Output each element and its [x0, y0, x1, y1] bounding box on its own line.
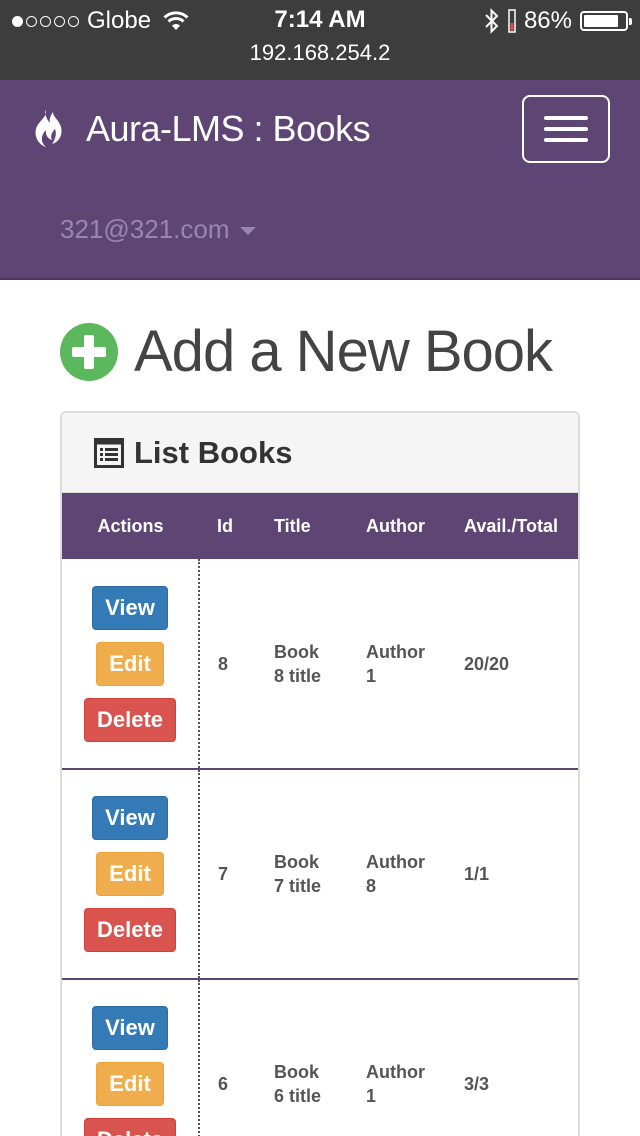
user-email: 321@321.com	[60, 214, 230, 244]
books-table: Actions Id Title Author Avail./Total Vie…	[62, 493, 578, 1136]
column-header-actions: Actions	[97, 515, 164, 536]
charging-indicator-icon	[508, 9, 516, 33]
table-header-row: Actions Id Title Author Avail./Total	[62, 493, 578, 559]
actions-cell: View Edit Delete	[62, 559, 200, 769]
brand-link[interactable]: Aura-LMS : Books	[30, 108, 371, 150]
view-button[interactable]: View	[92, 1006, 168, 1050]
delete-button[interactable]: Delete	[83, 697, 177, 742]
column-header-id: Id	[217, 515, 233, 536]
edit-button[interactable]: Edit	[96, 641, 164, 686]
battery-percent: 86%	[523, 7, 572, 34]
column-header-avail-total: Avail./Total	[464, 515, 559, 536]
avail-cell: 1/1	[464, 864, 490, 884]
actions-cell: View Edit Delete	[62, 979, 200, 1136]
battery-icon	[580, 11, 632, 31]
table-row: View Edit Delete 8 Book 8 title Author 1 2…	[62, 559, 578, 769]
title-cell: Book 7 title	[274, 852, 322, 896]
hamburger-menu-button[interactable]	[522, 95, 610, 163]
author-cell: Author 1	[366, 641, 425, 686]
avail-cell: 20/20	[464, 653, 510, 674]
table-row: View Edit Delete 7 Book 7 title Author 8 1…	[62, 769, 578, 979]
user-dropdown[interactable]: 321@321.com	[60, 214, 256, 245]
url-bar[interactable]: 192.168.254.2	[0, 40, 640, 66]
id-cell: 6	[218, 1074, 229, 1094]
id-cell: 7	[218, 864, 229, 884]
delete-button[interactable]: Delete	[83, 908, 177, 952]
delete-button[interactable]: Delete	[83, 1118, 177, 1136]
books-panel: List Books Actions Id Title Author Avail…	[60, 411, 580, 1136]
hamburger-icon	[544, 116, 588, 120]
column-header-author: Author	[366, 515, 425, 536]
caret-down-icon	[239, 226, 256, 235]
author-cell: Author 1	[366, 1062, 425, 1106]
navbar: Aura-LMS : Books 321@321.com	[0, 80, 640, 280]
actions-cell: View Edit Delete	[62, 769, 200, 979]
list-icon	[94, 437, 124, 468]
column-header-title: Title	[274, 515, 311, 536]
panel-title: List Books	[134, 434, 293, 470]
bluetooth-icon	[485, 8, 499, 34]
edit-button[interactable]: Edit	[96, 1062, 164, 1106]
view-button[interactable]: View	[92, 796, 168, 840]
panel-header: List Books	[62, 413, 578, 493]
plus-circle-icon	[60, 322, 118, 381]
id-cell: 8	[218, 653, 229, 674]
table-row: View Edit Delete 6 Book6 title Author1 3…	[62, 979, 578, 1136]
status-right: 86%	[484, 6, 632, 36]
view-button[interactable]: View	[92, 585, 168, 630]
status-bar: Globe 7:14 AM 86% 192.168.254.2	[0, 0, 640, 80]
title-cell: Book 8 title	[274, 641, 322, 686]
edit-button[interactable]: Edit	[96, 852, 164, 896]
add-book-heading[interactable]: Add a New Book	[60, 318, 553, 385]
brand-title: Aura-LMS : Books	[86, 108, 371, 149]
author-cell: Author 8	[366, 852, 425, 896]
title-cell: Book 6 title	[274, 1062, 322, 1106]
flame-icon	[35, 110, 62, 147]
page-title: Add a New Book	[134, 319, 553, 384]
avail-cell: 3/3	[464, 1074, 490, 1094]
